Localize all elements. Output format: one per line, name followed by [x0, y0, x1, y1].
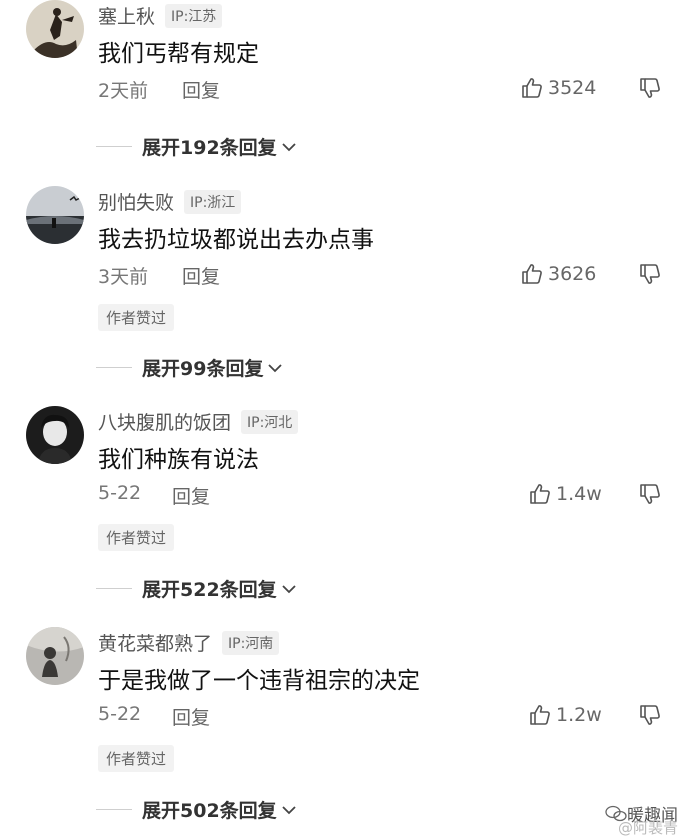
comment-text: 我去扔垃圾都说出去办点事	[98, 227, 374, 253]
ip-badge: IP:浙江	[184, 189, 242, 214]
author-liked-badge: 作者赞过	[98, 524, 175, 551]
reply-button[interactable]: 回复	[172, 482, 210, 509]
author-liked-badge: 作者赞过	[98, 745, 175, 772]
avatar[interactable]	[26, 0, 84, 58]
avatar[interactable]	[26, 406, 84, 464]
divider-line	[96, 367, 132, 368]
expand-replies-button[interactable]: 展开502条回复	[96, 796, 299, 823]
chevron-down-icon	[268, 363, 283, 372]
divider-line	[96, 809, 132, 810]
comment-date: 5-22	[98, 703, 142, 725]
thumbs-up-icon	[530, 484, 550, 504]
username[interactable]: 八块腹肌的饭团	[98, 408, 231, 435]
divider-line	[96, 588, 132, 589]
comment-text: 我们丐帮有规定	[98, 41, 259, 67]
thumbs-up-icon	[522, 264, 542, 284]
like-button[interactable]: 3626	[520, 262, 596, 286]
like-count: 3626	[548, 263, 597, 285]
name-row: 别怕失败 IP:浙江	[98, 188, 242, 215]
name-row: 八块腹肌的饭团 IP:河北	[98, 408, 299, 435]
comment-text: 我们种族有说法	[98, 447, 259, 473]
ip-badge: IP:河南	[222, 630, 280, 655]
chevron-down-icon	[282, 142, 296, 151]
meta-row: 5-22 回复 1.4w	[98, 482, 668, 512]
expand-replies-label: 展开99条回复	[142, 358, 264, 380]
like-count: 1.4w	[556, 483, 602, 505]
thumbs-up-icon	[530, 705, 550, 725]
comment-date: 3天前	[98, 266, 149, 288]
thumbs-up-icon	[522, 78, 542, 98]
reply-button[interactable]: 回复	[182, 262, 220, 289]
chevron-down-icon	[282, 584, 296, 593]
comment-date: 5-22	[98, 482, 142, 504]
like-count: 1.2w	[556, 704, 602, 726]
avatar[interactable]	[26, 186, 84, 244]
expand-replies-label: 展开192条回复	[142, 137, 277, 159]
expand-replies-label: 展开522条回复	[142, 579, 277, 601]
thumbs-down-icon	[640, 78, 660, 98]
dislike-button[interactable]	[638, 262, 662, 290]
thumbs-down-icon	[640, 264, 660, 284]
meta-row: 5-22 回复 1.2w	[98, 703, 668, 733]
ip-badge: IP:河北	[241, 409, 299, 434]
meta-row: 3天前 回复 3626	[98, 262, 668, 292]
comment-text: 于是我做了一个违背祖宗的决定	[98, 668, 420, 694]
reply-button[interactable]: 回复	[172, 703, 210, 730]
like-count: 3524	[548, 77, 597, 99]
divider-line	[96, 146, 132, 147]
meta-row: 2天前 回复 3524	[98, 76, 668, 106]
expand-replies-button[interactable]: 展开522条回复	[96, 575, 299, 602]
thumbs-down-icon	[640, 705, 660, 725]
chevron-down-icon	[282, 805, 296, 814]
like-button[interactable]: 3524	[520, 76, 596, 100]
dislike-button[interactable]	[638, 76, 662, 104]
watermark-sub: @阿裴青	[617, 819, 678, 837]
reply-button[interactable]: 回复	[182, 76, 220, 103]
like-button[interactable]: 1.4w	[528, 482, 602, 506]
username[interactable]: 黄花菜都熟了	[98, 629, 212, 656]
dislike-button[interactable]	[638, 482, 662, 510]
username[interactable]: 塞上秋	[98, 2, 155, 29]
expand-replies-label: 展开502条回复	[142, 800, 277, 822]
avatar[interactable]	[26, 627, 84, 685]
comment-date: 2天前	[98, 80, 149, 102]
name-row: 塞上秋 IP:江苏	[98, 2, 223, 29]
username[interactable]: 别怕失败	[98, 188, 174, 215]
name-row: 黄花菜都熟了 IP:河南	[98, 629, 280, 656]
dislike-button[interactable]	[638, 703, 662, 731]
like-button[interactable]: 1.2w	[528, 703, 602, 727]
expand-replies-button[interactable]: 展开192条回复	[96, 133, 299, 160]
ip-badge: IP:江苏	[165, 3, 223, 28]
watermark: 暖趣闻 @阿裴青	[605, 801, 678, 837]
thumbs-down-icon	[640, 484, 660, 504]
expand-replies-button[interactable]: 展开99条回复	[96, 354, 285, 381]
author-liked-badge: 作者赞过	[98, 304, 175, 331]
